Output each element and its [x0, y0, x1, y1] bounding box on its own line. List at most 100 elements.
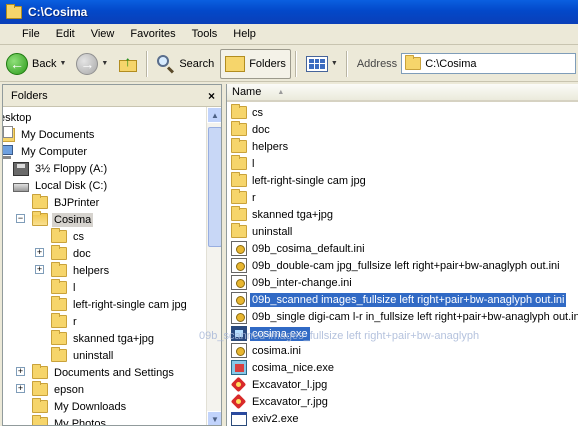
tree-item-doc[interactable]: doc: [51, 245, 93, 262]
chevron-down-icon[interactable]: ▼: [101, 60, 108, 67]
menu-tools[interactable]: Tools: [184, 28, 226, 40]
column-header-name[interactable]: Name ▲: [227, 84, 578, 102]
views-icon: [305, 55, 328, 72]
file-name: 09b_inter-change.ini: [252, 276, 352, 289]
tree-item-label: left-right-single cam jpg: [73, 298, 187, 311]
tree-item-my-computer[interactable]: My Computer: [3, 143, 89, 160]
tree-item-cosima[interactable]: Cosima: [32, 211, 94, 228]
folder-icon: [405, 55, 422, 70]
expand-icon[interactable]: +: [16, 367, 25, 376]
file-item-skanned[interactable]: skanned tga+jpg: [231, 206, 335, 223]
search-button[interactable]: Search: [153, 49, 218, 79]
expand-icon[interactable]: +: [16, 384, 25, 393]
folder-icon: [32, 381, 48, 396]
file-name: cosima.ini: [252, 344, 301, 357]
expand-icon[interactable]: +: [35, 265, 44, 274]
file-item-left-right[interactable]: left-right-single cam jpg: [231, 172, 368, 189]
scroll-up-icon[interactable]: ▲: [207, 107, 221, 123]
back-arrow-icon: ←: [6, 52, 28, 75]
folder-icon: [32, 364, 48, 379]
forward-arrow-icon: →: [76, 52, 99, 75]
file-item-uninstall[interactable]: uninstall: [231, 223, 294, 240]
tree-item-l[interactable]: l: [51, 279, 77, 296]
tree-item-epson[interactable]: epson: [32, 381, 86, 398]
file-item-jpg[interactable]: Excavator_r.jpg: [231, 393, 330, 410]
tree-item-my-photos[interactable]: My Photos: [32, 415, 108, 426]
settings-file-icon: [231, 343, 247, 358]
file-item-cs[interactable]: cs: [231, 104, 265, 121]
file-name: left-right-single cam jpg: [252, 174, 366, 187]
file-name: 09b_double-cam jpg_fullsize left right+p…: [252, 259, 560, 272]
image-file-icon: [231, 394, 247, 409]
tree-item-skanned[interactable]: skanned tga+jpg: [51, 330, 156, 347]
forward-button[interactable]: → ▼: [72, 49, 112, 79]
file-item-exe[interactable]: exiv2.exe: [231, 410, 300, 426]
file-name: Excavator_l.jpg: [252, 378, 328, 391]
back-button[interactable]: ← Back ▼: [2, 49, 70, 79]
folder-icon: [51, 296, 67, 311]
menu-edit[interactable]: Edit: [48, 28, 83, 40]
address-field[interactable]: C:\Cosima: [401, 53, 576, 74]
file-list-pane: Name ▲ cs doc helpers l left-right-singl…: [226, 84, 578, 426]
image-file-icon: [231, 377, 247, 392]
folders-scrollbar[interactable]: ▲ ▼: [206, 107, 221, 425]
settings-file-icon: [231, 258, 247, 273]
file-item-exe[interactable]: cosima_nice.exe: [231, 359, 336, 376]
tree-item-documents-and-settings[interactable]: Documents and Settings: [32, 364, 176, 381]
folders-pane: Folders × esktop My Documents My Compute…: [2, 84, 222, 426]
up-folder-button[interactable]: ↑: [114, 49, 142, 79]
toolbar: ← Back ▼ → ▼ ↑ Search Folders ▼ Address …: [0, 46, 578, 82]
scroll-down-icon[interactable]: ▼: [207, 411, 221, 425]
file-item-l[interactable]: l: [231, 155, 256, 172]
hard-disk-icon: [13, 182, 29, 192]
floppy-drive-icon: [13, 161, 29, 176]
collapse-icon[interactable]: −: [16, 214, 25, 223]
menu-help[interactable]: Help: [225, 28, 264, 40]
tree-item-bjprinter[interactable]: BJPrinter: [32, 194, 101, 211]
file-name: 09b_cosima_default.ini: [252, 242, 365, 255]
menu-view[interactable]: View: [83, 28, 123, 40]
tree-item-my-downloads[interactable]: My Downloads: [32, 398, 128, 415]
tree-item-label: epson: [54, 383, 84, 396]
file-item-jpg[interactable]: Excavator_l.jpg: [231, 376, 329, 393]
tree-item-cs[interactable]: cs: [51, 228, 86, 245]
file-item-ini[interactable]: 09b_single digi-cam l-r in_fullsize left…: [231, 308, 578, 325]
file-item-ini-selected[interactable]: 09b_scanned images_fullsize left right+p…: [231, 291, 567, 308]
views-button[interactable]: ▼: [302, 49, 342, 79]
folders-button[interactable]: Folders: [220, 48, 291, 79]
tree-item-helpers[interactable]: helpers: [51, 262, 111, 279]
close-icon[interactable]: ×: [208, 89, 215, 103]
tree-item-my-documents[interactable]: My Documents: [3, 125, 96, 143]
expand-icon[interactable]: +: [35, 248, 44, 257]
toolbar-separator: [345, 50, 347, 77]
file-item-helpers[interactable]: helpers: [231, 138, 290, 155]
tree-item-floppy[interactable]: 3½ Floppy (A:): [13, 160, 109, 177]
tree-item-desktop[interactable]: esktop: [3, 109, 33, 126]
tree-item-local-disk[interactable]: Local Disk (C:): [13, 177, 109, 194]
tree-item-label: My Photos: [54, 417, 106, 426]
tree-item-label: cs: [73, 230, 84, 243]
folder-icon: [51, 245, 67, 260]
file-item-ini[interactable]: 09b_double-cam jpg_fullsize left right+p…: [231, 257, 562, 274]
tree-item-label: uninstall: [73, 349, 114, 362]
menu-favorites[interactable]: Favorites: [122, 28, 183, 40]
file-item-ini[interactable]: cosima.ini: [231, 342, 303, 359]
open-folder-icon: [32, 211, 48, 226]
file-name: cosima_nice.exe: [252, 361, 334, 374]
menu-file[interactable]: File: [0, 28, 48, 40]
tree-item-left-right[interactable]: left-right-single cam jpg: [51, 296, 189, 313]
file-item-ini[interactable]: 09b_cosima_default.ini: [231, 240, 367, 257]
file-name: exiv2.exe: [252, 412, 299, 425]
tree-item-uninstall[interactable]: uninstall: [51, 347, 115, 364]
tree-item-r[interactable]: r: [51, 313, 79, 330]
chevron-down-icon[interactable]: ▼: [59, 60, 66, 67]
file-item-r[interactable]: r: [231, 189, 258, 206]
file-item-ini[interactable]: 09b_inter-change.ini: [231, 274, 354, 291]
settings-file-icon: [231, 309, 247, 324]
file-item-doc[interactable]: doc: [231, 121, 272, 138]
chevron-down-icon[interactable]: ▼: [331, 60, 338, 67]
folder-icon: [231, 121, 247, 136]
folder-icon: [231, 172, 247, 187]
drag-ghost: 09b_scanned images_fullsize left right+p…: [199, 330, 480, 342]
scroll-thumb[interactable]: [208, 127, 221, 247]
